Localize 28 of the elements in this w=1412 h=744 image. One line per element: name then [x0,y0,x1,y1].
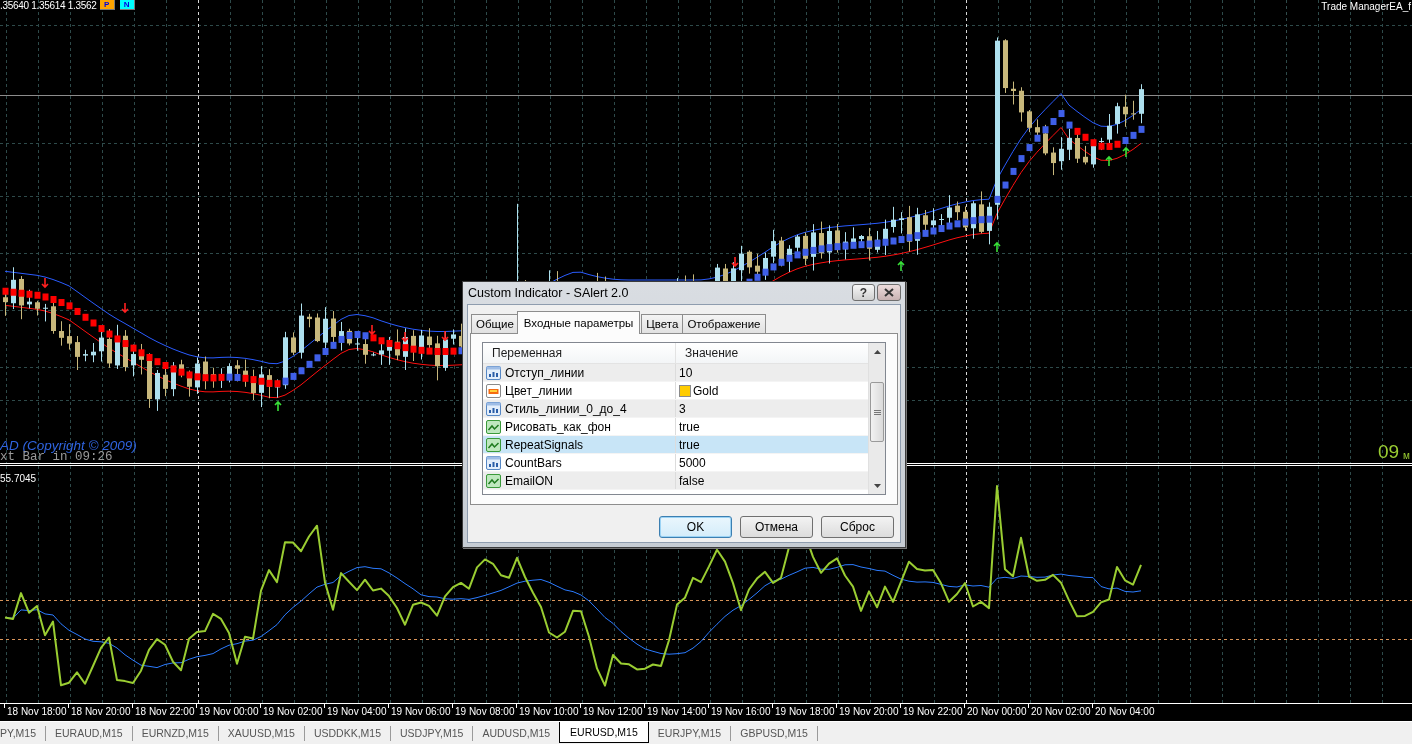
time-label: 18 Nov 20:00 [68,704,132,721]
time-label: 19 Nov 10:00 [516,704,580,721]
time-label: 19 Nov 06:00 [388,704,452,721]
time-label: 19 Nov 00:00 [196,704,260,721]
time-label: 19 Nov 04:00 [324,704,388,721]
time-label: 19 Nov 22:00 [900,704,964,721]
symbol-tab[interactable]: USDDKK,M15 [304,723,390,743]
symbol-tab[interactable]: XAUUSD,M15 [218,723,304,743]
time-label: 18 Nov 18:00 [4,704,68,721]
time-label: 19 Nov 16:00 [708,704,772,721]
time-label: 20 Nov 04:00 [1092,704,1156,721]
symbol-tab[interactable]: EURUSD,M15 [559,722,649,743]
symbol-tab[interactable]: GBPUSD,M15 [731,723,817,743]
time-label: 19 Nov 18:00 [772,704,836,721]
symbol-tab[interactable]: EURNZD,M15 [132,723,218,743]
symbol-tab[interactable]: EURAUD,M15 [46,723,132,743]
time-label: 19 Nov 12:00 [580,704,644,721]
symbol-tab[interactable]: PY,M15 [0,723,45,743]
symbol-tab[interactable]: AUDUSD,M15 [473,723,560,743]
time-label: 19 Nov 02:00 [260,704,324,721]
time-label: 18 Nov 22:00 [132,704,196,721]
time-label: 19 Nov 14:00 [644,704,708,721]
symbol-tab[interactable]: EURJPY,M15 [648,723,731,743]
time-label: 20 Nov 02:00 [1028,704,1092,721]
time-label: 19 Nov 20:00 [836,704,900,721]
symbol-tab[interactable]: USDJPY,M15 [391,723,473,743]
time-label: 20 Nov 00:00 [964,704,1028,721]
time-label: 19 Nov 08:00 [452,704,516,721]
